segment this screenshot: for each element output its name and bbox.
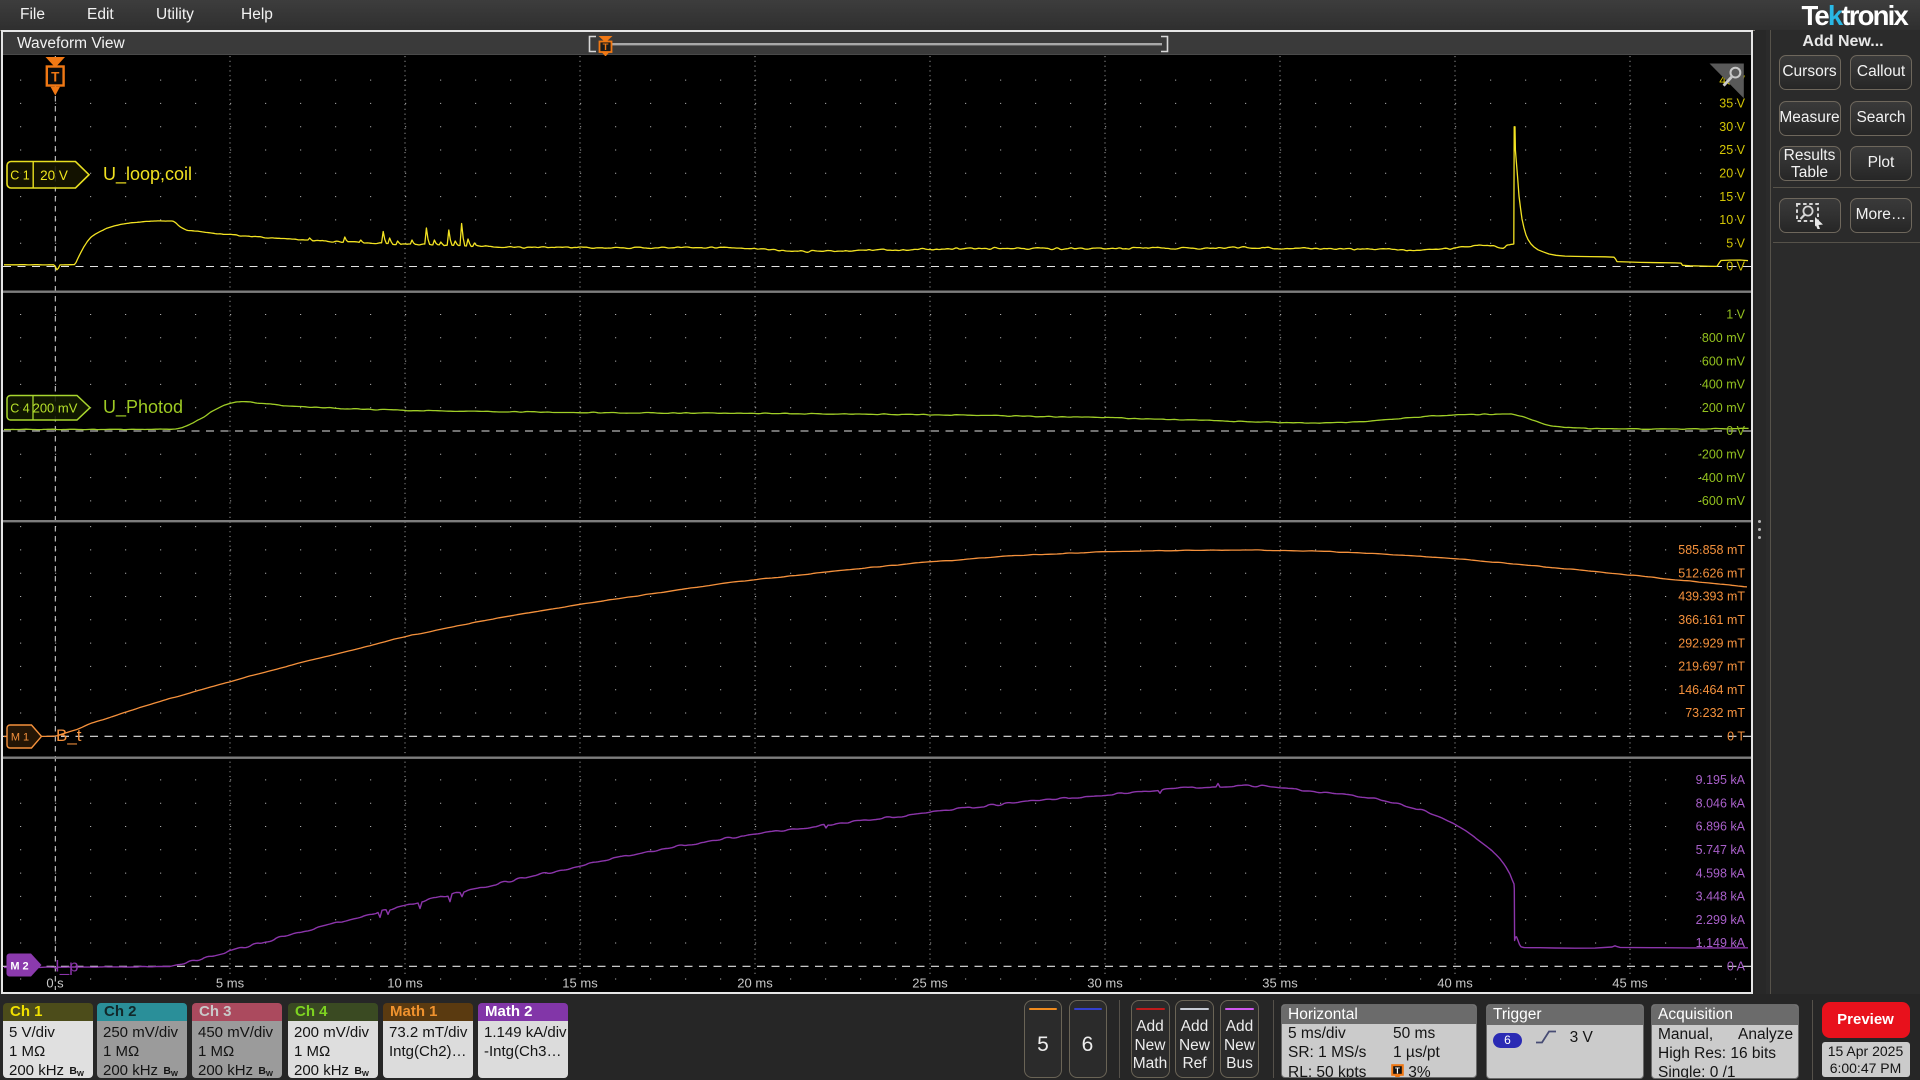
svg-text:600 mV: 600 mV (1702, 354, 1746, 368)
svg-text:-600 mV: -600 mV (1698, 494, 1746, 508)
svg-text:585.858 mT: 585.858 mT (1678, 543, 1745, 557)
svg-text:10 ms: 10 ms (387, 976, 423, 991)
svg-text:35 ms: 35 ms (1262, 976, 1298, 991)
svg-text:5 ms: 5 ms (216, 976, 245, 991)
svg-text:C 4: C 4 (10, 402, 30, 416)
svg-text:U_Photod: U_Photod (103, 397, 183, 418)
svg-text:B_t: B_t (56, 726, 82, 745)
svg-text:1.149 kA: 1.149 kA (1696, 936, 1746, 950)
svg-text:25 V: 25 V (1719, 143, 1745, 157)
svg-text:-400 mV: -400 mV (1698, 471, 1746, 485)
svg-text:0 s: 0 s (46, 976, 64, 991)
svg-text:1 V: 1 V (1726, 308, 1745, 322)
svg-text:15 ms: 15 ms (562, 976, 598, 991)
svg-text:0 V: 0 V (1726, 424, 1745, 438)
svg-text:T: T (51, 70, 60, 85)
svg-text:M 2: M 2 (10, 961, 28, 973)
svg-text:292.929 mT: 292.929 mT (1678, 636, 1745, 650)
svg-text:0 T: 0 T (1727, 730, 1745, 744)
svg-text:40 ms: 40 ms (1437, 976, 1473, 991)
svg-text:M 1: M 1 (11, 732, 29, 744)
svg-text:20 ms: 20 ms (737, 976, 773, 991)
svg-text:6.896 kA: 6.896 kA (1696, 820, 1746, 834)
svg-text:C 1: C 1 (10, 169, 30, 183)
svg-text:800 mV: 800 mV (1702, 331, 1746, 345)
svg-text:439.393 mT: 439.393 mT (1678, 590, 1745, 604)
svg-text:400 mV: 400 mV (1702, 378, 1746, 392)
svg-text:35 V: 35 V (1719, 97, 1745, 111)
svg-text:9.195 kA: 9.195 kA (1696, 773, 1746, 787)
svg-text:5.747 kA: 5.747 kA (1696, 843, 1746, 857)
svg-text:2.299 kA: 2.299 kA (1696, 913, 1746, 927)
svg-text:T: T (603, 42, 609, 53)
svg-text:146.464 mT: 146.464 mT (1678, 683, 1745, 697)
svg-text:200 mV: 200 mV (33, 401, 78, 416)
svg-text:219.697 mT: 219.697 mT (1678, 660, 1745, 674)
svg-text:30 ms: 30 ms (1087, 976, 1123, 991)
svg-text:200 mV: 200 mV (1702, 401, 1746, 415)
svg-text:-200 mV: -200 mV (1698, 448, 1746, 462)
svg-text:0 A: 0 A (1727, 960, 1746, 974)
svg-text:30 V: 30 V (1719, 120, 1745, 134)
svg-text:25 ms: 25 ms (912, 976, 948, 991)
svg-text:8.046 kA: 8.046 kA (1696, 796, 1746, 810)
svg-text:15 V: 15 V (1719, 190, 1745, 204)
svg-text:0 V: 0 V (1726, 260, 1745, 274)
svg-text:73.232 mT: 73.232 mT (1685, 706, 1745, 720)
svg-text:5 V: 5 V (1726, 236, 1745, 250)
svg-text:I_p: I_p (55, 957, 79, 976)
svg-text:366.161 mT: 366.161 mT (1678, 613, 1745, 627)
svg-text:3.448 kA: 3.448 kA (1696, 890, 1746, 904)
svg-text:U_loop,coil: U_loop,coil (103, 164, 192, 185)
svg-text:512.626 mT: 512.626 mT (1678, 566, 1745, 580)
svg-text:20 V: 20 V (1719, 167, 1745, 181)
svg-text:T: T (1395, 1066, 1400, 1075)
svg-text:45 ms: 45 ms (1612, 976, 1648, 991)
svg-text:4.598 kA: 4.598 kA (1696, 866, 1746, 880)
svg-text:20 V: 20 V (40, 168, 68, 183)
svg-text:10 V: 10 V (1719, 213, 1745, 227)
